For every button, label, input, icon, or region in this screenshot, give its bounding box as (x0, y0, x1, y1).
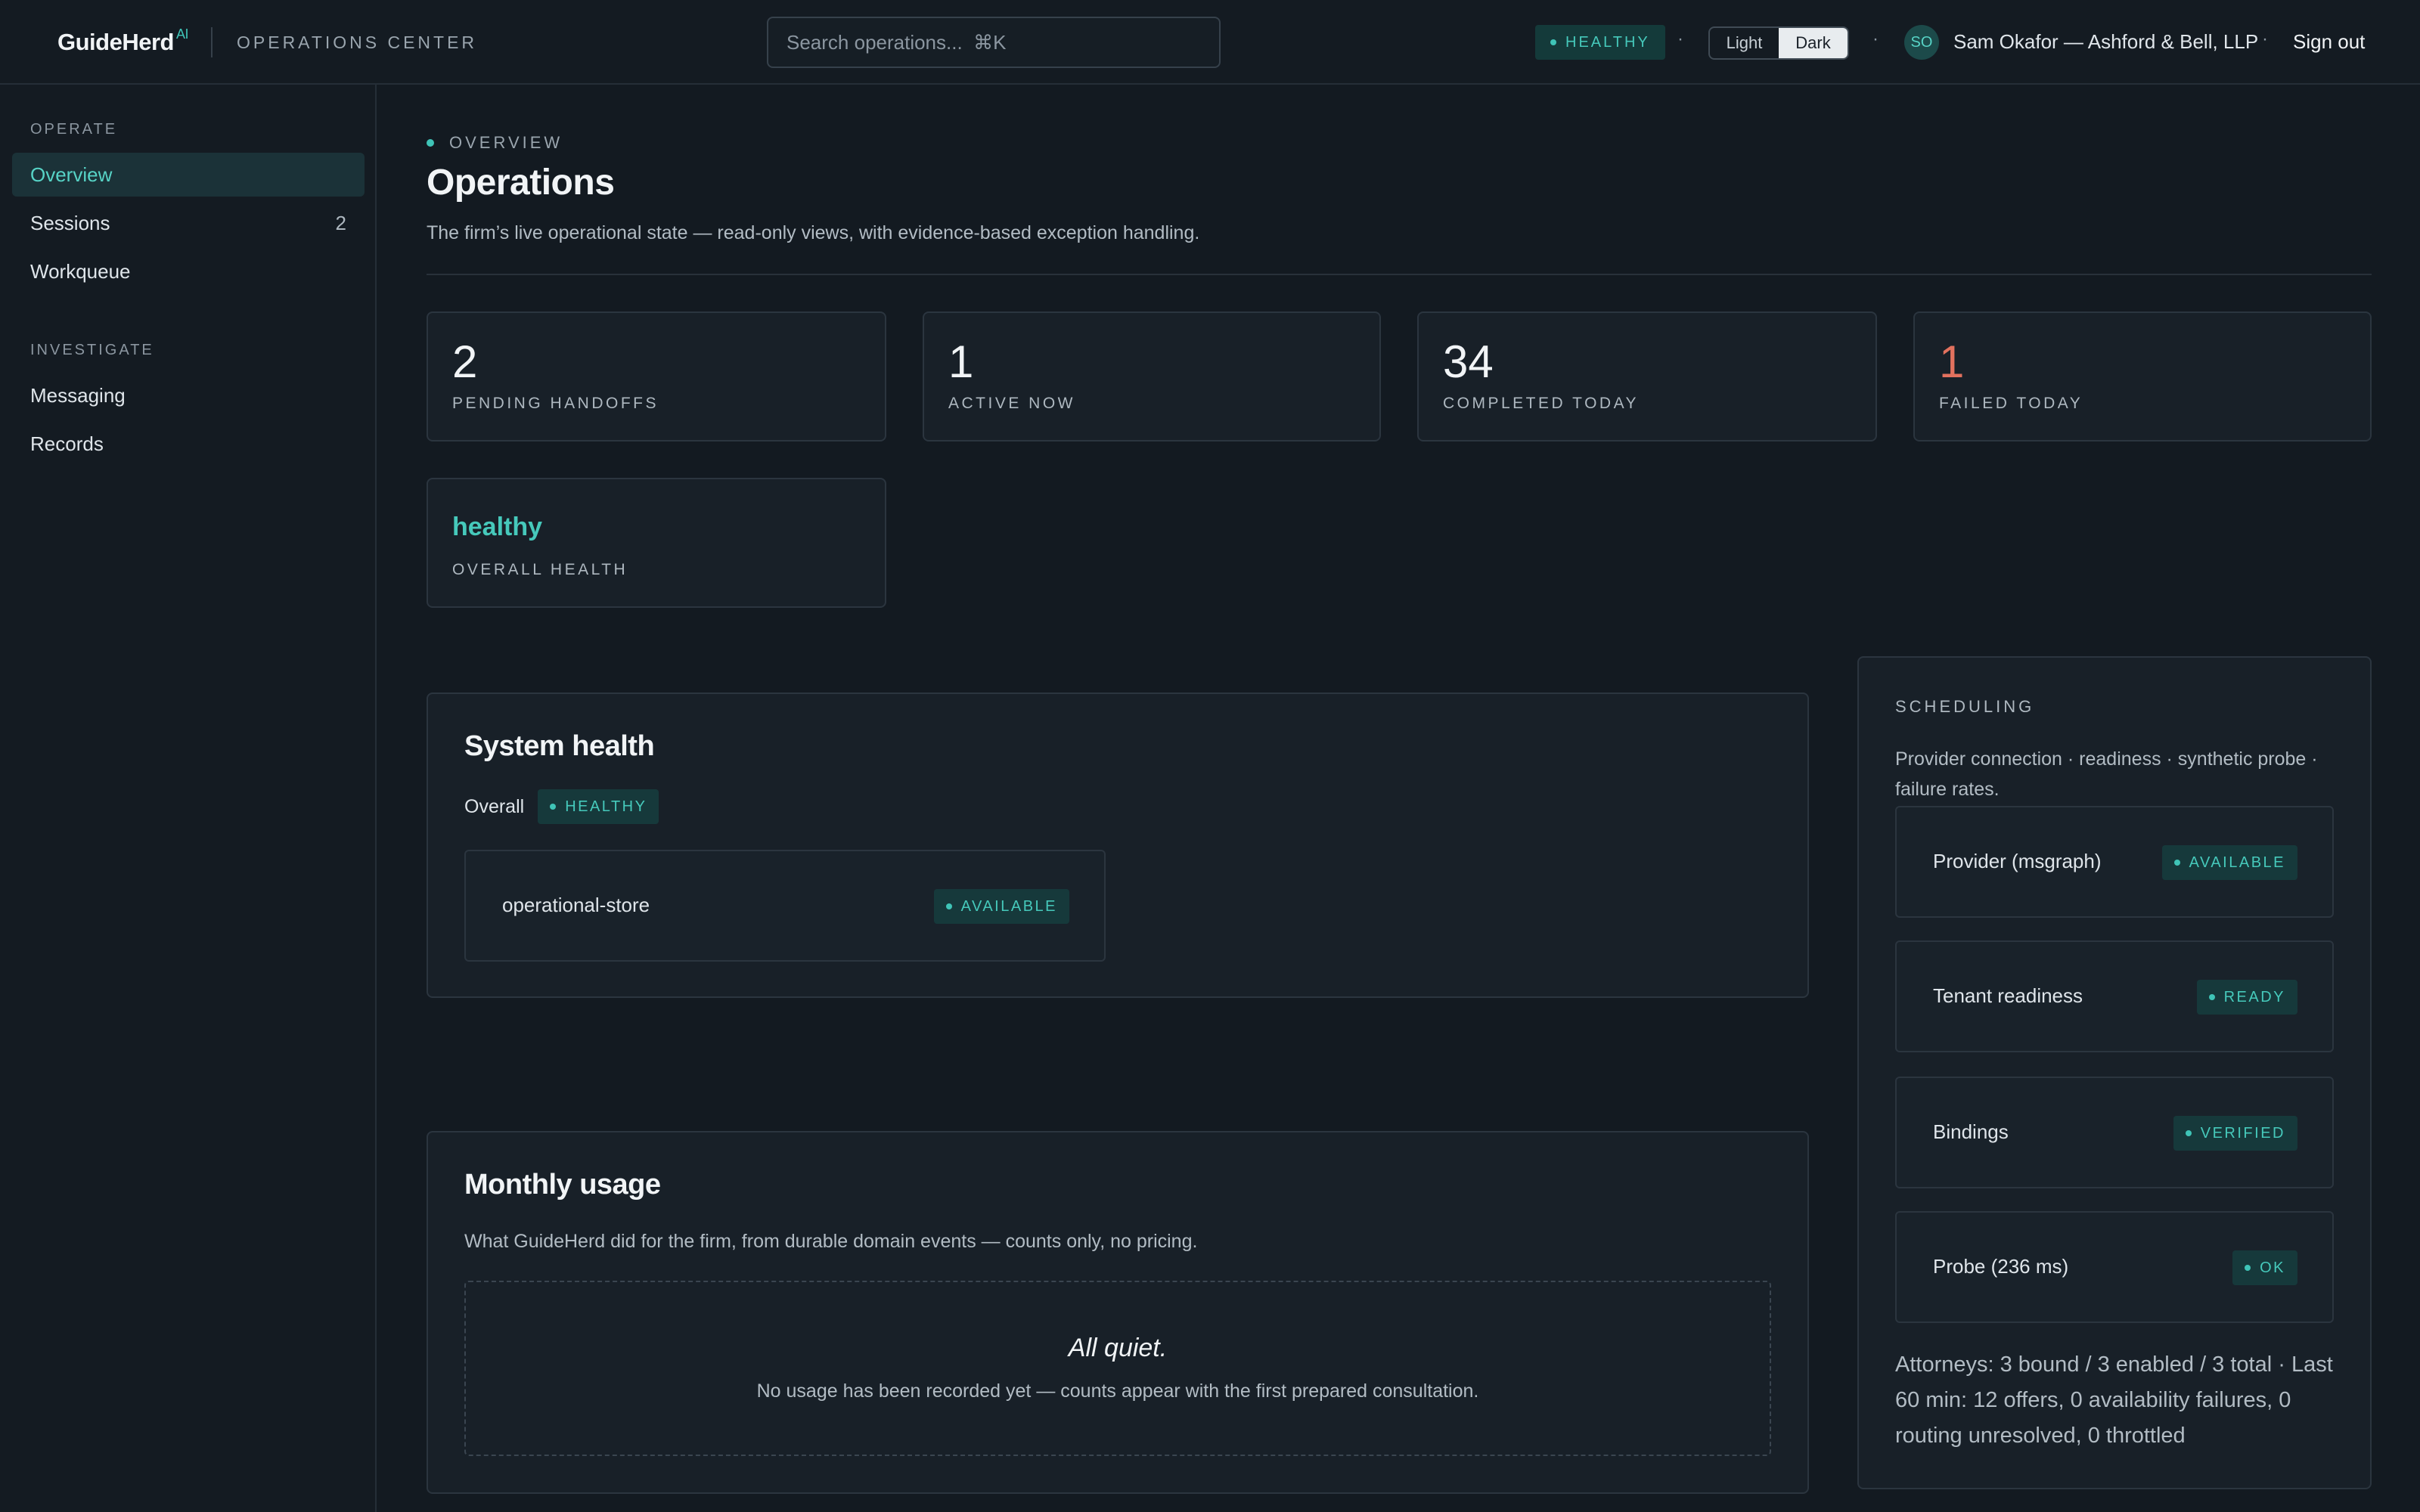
sidebar-section-investigate: INVESTIGATE (30, 342, 154, 358)
sidebar-item-records[interactable]: Records (12, 422, 365, 466)
status-badge: READY (2196, 980, 2297, 1015)
stat-card-completed-today: 34 COMPLETED TODAY (1417, 311, 1877, 442)
panel-title: Monthly usage (464, 1169, 661, 1201)
theme-light-option[interactable]: Light (1710, 28, 1779, 58)
stat-card-active-now: 1 ACTIVE NOW (923, 311, 1381, 442)
monthly-usage-panel: Monthly usage What GuideHerd did for the… (427, 1131, 1809, 1494)
sidebar-item-label: Records (30, 432, 104, 455)
breadcrumb: OVERVIEW (427, 133, 563, 153)
check-label: Provider (msgraph) (1933, 850, 2102, 872)
component-name: operational-store (502, 894, 650, 916)
status-dot-icon (945, 903, 952, 909)
status-badge-text: HEALTHY (565, 798, 647, 815)
sidebar-item-label: Messaging (30, 383, 126, 407)
stat-card-overall-health: healthy OVERALL HEALTH (427, 478, 886, 608)
sidebar-item-messaging[interactable]: Messaging (12, 373, 365, 417)
user-name[interactable]: Sam Okafor — Ashford & Bell, LLP (1953, 30, 2258, 54)
stat-label: PENDING HANDOFFS (452, 395, 659, 412)
stat-value: 2 (452, 336, 478, 387)
stat-value: 1 (1939, 336, 1965, 387)
brand-logo[interactable]: GuideHerd AI (57, 26, 189, 56)
page-subtitle: The firm’s live operational state — read… (427, 222, 1200, 243)
breadcrumb-label: OVERVIEW (449, 133, 563, 152)
status-dot-icon (2185, 1130, 2192, 1136)
sign-out-button[interactable]: Sign out (2293, 30, 2365, 54)
brand-suffix: AI (175, 26, 189, 42)
stat-label: FAILED TODAY (1939, 395, 2083, 412)
status-badge: OK (2232, 1250, 2297, 1285)
empty-state-description: No usage has been recorded yet — counts … (756, 1380, 1479, 1402)
separator: · (1677, 29, 1683, 49)
empty-state: All quiet. No usage has been recorded ye… (464, 1281, 1771, 1456)
overall-health-row: Overall HEALTHY (464, 789, 659, 824)
status-dot-icon (2208, 994, 2215, 1000)
divider (427, 274, 2372, 275)
section-title: OPERATIONS CENTER (237, 33, 478, 52)
system-health-panel: System health Overall HEALTHY operationa… (427, 692, 1809, 998)
separator: · (1872, 29, 1879, 49)
theme-dark-option[interactable]: Dark (1779, 28, 1848, 58)
stat-label: COMPLETED TODAY (1443, 395, 1640, 412)
sidebar: OPERATE Overview Sessions 2 Workqueue IN… (0, 85, 377, 1512)
panel-title: System health (464, 730, 655, 762)
status-badge-text: AVAILABLE (960, 897, 1057, 915)
stat-card-failed-today: 1 FAILED TODAY (1913, 311, 2372, 442)
avatar[interactable]: SO (1904, 25, 1939, 60)
stat-card-pending-handoffs: 2 PENDING HANDOFFS (427, 311, 886, 442)
status-badge-text: READY (2223, 988, 2285, 1005)
status-badge: AVAILABLE (933, 889, 1069, 924)
status-badge-text: OK (2260, 1259, 2285, 1276)
status-badge: AVAILABLE (2161, 845, 2297, 880)
scheduling-summary: Attorneys: 3 bound / 3 enabled / 3 total… (1895, 1352, 2333, 1448)
sidebar-item-label: Workqueue (30, 259, 131, 283)
sidebar-item-workqueue[interactable]: Workqueue (12, 249, 365, 293)
status-dot-icon (2245, 1265, 2251, 1271)
status-badge: HEALTHY (538, 789, 659, 824)
scheduling-panel: SCHEDULING Provider connection · readine… (1857, 656, 2372, 1489)
separator: · (2262, 29, 2268, 49)
stat-label: OVERALL HEALTH (452, 561, 628, 578)
stat-label: ACTIVE NOW (948, 395, 1076, 412)
panel-heading: SCHEDULING (1895, 697, 2035, 716)
overall-label: Overall (464, 795, 525, 817)
panel-description: What GuideHerd did for the firm, from du… (464, 1231, 1198, 1252)
sidebar-item-sessions[interactable]: Sessions 2 (12, 201, 365, 245)
sidebar-item-label: Overview (30, 163, 113, 186)
empty-state-title: All quiet. (1068, 1334, 1168, 1362)
stat-value: 1 (948, 336, 974, 387)
status-dot-icon (427, 139, 434, 147)
check-label: Bindings (1933, 1120, 2009, 1143)
page-title: Operations (427, 163, 615, 203)
component-card-operational-store: operational-store AVAILABLE (464, 850, 1106, 962)
sidebar-section-operate: OPERATE (30, 121, 118, 138)
sidebar-item-overview[interactable]: Overview (12, 153, 365, 197)
brand-divider (211, 27, 213, 57)
check-label: Probe (236 ms) (1933, 1255, 2069, 1278)
health-status-text: HEALTHY (1565, 33, 1650, 51)
health-status-pill: HEALTHY (1535, 25, 1665, 60)
status-dot-icon (550, 804, 557, 810)
status-badge-text: AVAILABLE (2189, 854, 2285, 871)
status-dot-icon (2173, 860, 2180, 866)
status-dot-icon (1550, 39, 1556, 45)
status-badge: VERIFIED (2173, 1116, 2297, 1151)
status-badge-text: VERIFIED (2200, 1124, 2285, 1142)
scheduling-check-tenant-readiness: Tenant readiness READY (1895, 940, 2334, 1052)
panel-description: Provider connection · readiness · synthe… (1895, 748, 2318, 800)
stat-value: 34 (1443, 336, 1494, 387)
theme-toggle[interactable]: Light Dark (1708, 26, 1849, 60)
brand-name: GuideHerd (57, 29, 174, 55)
sidebar-item-label: Sessions (30, 211, 110, 234)
scheduling-check-provider: Provider (msgraph) AVAILABLE (1895, 806, 2334, 918)
top-bar: GuideHerdAI OPERATIONS CENTER HEALTHY · … (0, 0, 2420, 85)
scheduling-check-probe: Probe (236 ms) OK (1895, 1211, 2334, 1323)
stat-value: healthy (452, 513, 543, 541)
search-input[interactable] (767, 17, 1221, 68)
scheduling-check-bindings: Bindings VERIFIED (1895, 1077, 2334, 1188)
check-label: Tenant readiness (1933, 984, 2083, 1007)
sessions-count-badge: 2 (335, 211, 346, 234)
